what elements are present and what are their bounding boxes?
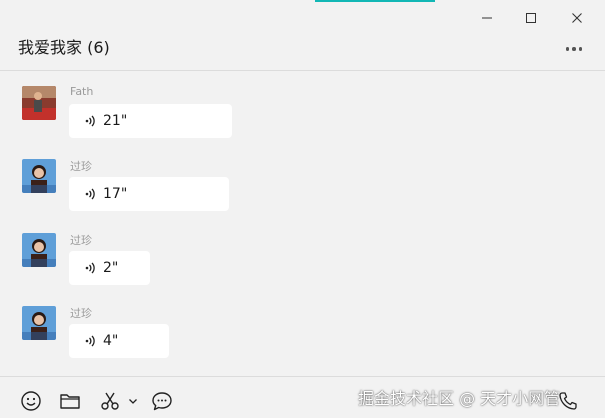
- watermark-text: 掘金技术社区 @ 天才小网管: [358, 389, 561, 408]
- maximize-icon: [526, 13, 536, 23]
- voice-duration: 2": [103, 260, 119, 276]
- message-item: 过珍 4": [0, 306, 605, 376]
- input-divider: [0, 376, 605, 377]
- sender-name: 过珍: [70, 160, 92, 173]
- voice-icon: [83, 260, 99, 276]
- chat-title: 我爱我家 (6): [18, 38, 110, 57]
- chevron-down-icon: [129, 399, 137, 404]
- voice-icon: [83, 333, 99, 349]
- voice-duration: 4": [103, 333, 119, 349]
- message-item: 过珍 17": [0, 159, 605, 229]
- more-dots-icon: [565, 47, 570, 51]
- maximize-button[interactable]: [516, 5, 546, 31]
- chat-history-icon: [152, 392, 172, 411]
- sender-name: 过珍: [70, 307, 92, 320]
- emoji-icon: [21, 391, 41, 411]
- screenshot-options-button[interactable]: [126, 388, 140, 414]
- chat-history-button[interactable]: [150, 388, 174, 414]
- avatar[interactable]: [22, 159, 56, 193]
- minimize-button[interactable]: [472, 5, 502, 31]
- message-item: Fath 21": [0, 85, 605, 156]
- voice-duration: 21": [103, 113, 128, 129]
- close-button[interactable]: [562, 5, 592, 31]
- avatar[interactable]: [22, 86, 56, 120]
- avatar[interactable]: [22, 306, 56, 340]
- scissors-icon: [101, 392, 119, 410]
- file-button[interactable]: [58, 388, 82, 414]
- voice-duration: 17": [103, 186, 128, 202]
- window-accent-strip: [315, 0, 435, 2]
- avatar[interactable]: [22, 233, 56, 267]
- voice-icon: [83, 186, 99, 202]
- voice-icon: [83, 113, 99, 129]
- sender-name: 过珍: [70, 234, 92, 247]
- voice-message-bubble[interactable]: 4": [69, 324, 169, 358]
- voice-message-bubble[interactable]: 21": [69, 104, 232, 138]
- voice-message-bubble[interactable]: 2": [69, 251, 150, 285]
- phone-icon: [559, 392, 577, 410]
- minimize-icon: [482, 17, 492, 19]
- more-button[interactable]: [561, 40, 587, 58]
- header-divider: [0, 70, 605, 71]
- folder-icon: [60, 394, 80, 409]
- emoji-button[interactable]: [19, 388, 43, 414]
- close-icon: [572, 13, 582, 23]
- voice-message-bubble[interactable]: 17": [69, 177, 229, 211]
- message-item: 过珍 2": [0, 233, 605, 303]
- screenshot-button[interactable]: [98, 388, 122, 414]
- sender-name: Fath: [70, 85, 94, 98]
